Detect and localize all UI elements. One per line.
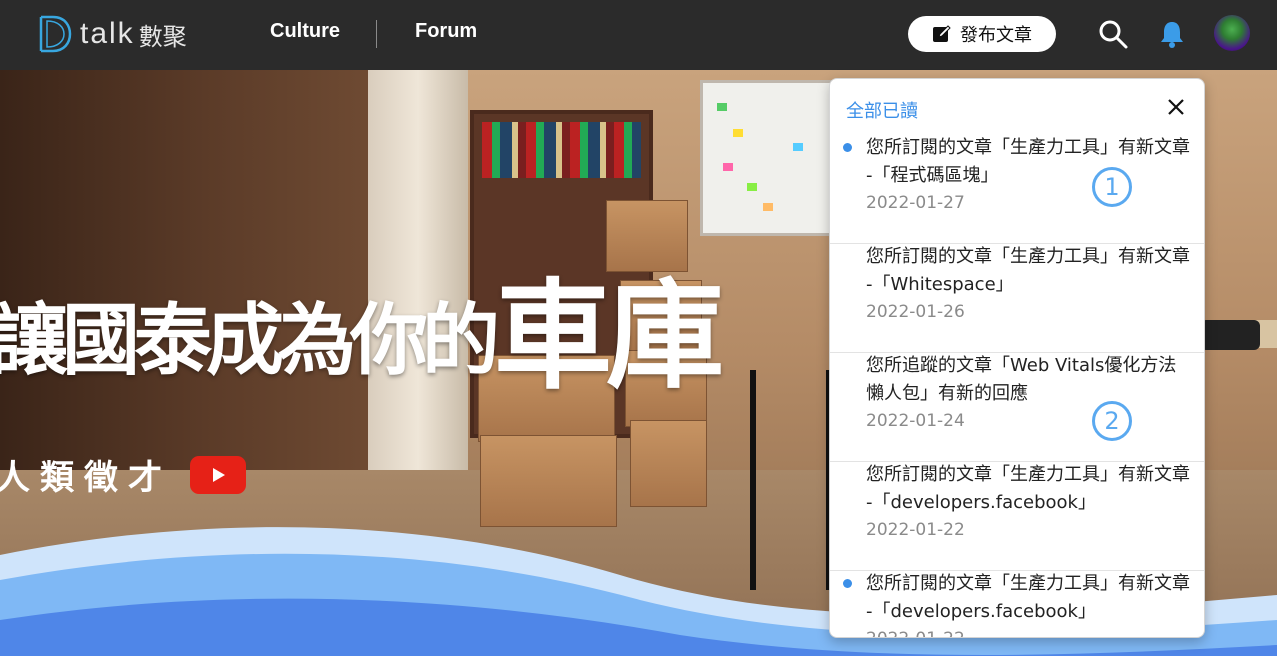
nav-culture[interactable]: Culture bbox=[270, 20, 340, 43]
unread-dot bbox=[843, 143, 852, 152]
notification-item[interactable]: 您所訂閱的文章「生產力工具」有新文章 -「程式碼區塊」 2022-01-27 1 bbox=[830, 135, 1204, 244]
notification-date: 2022-01-22 bbox=[866, 629, 965, 637]
youtube-play-icon[interactable] bbox=[190, 455, 246, 494]
notification-date: 2022-01-26 bbox=[866, 302, 965, 322]
hero-whiteboard bbox=[700, 80, 846, 236]
avatar[interactable] bbox=[1214, 15, 1250, 51]
search-icon[interactable] bbox=[1097, 18, 1129, 50]
notification-item[interactable]: 您所追蹤的文章「Web Vitals優化方法懶人包」有新的回應 2022-01-… bbox=[830, 353, 1204, 462]
logo-text: talk bbox=[80, 17, 135, 50]
notification-dropdown: 全部已讀 您所訂閱的文章「生產力工具」有新文章 -「程式碼區塊」 2022-01… bbox=[829, 78, 1205, 638]
hero-phone bbox=[1200, 320, 1260, 350]
hero-headline: 讓國泰成為你的車庫 bbox=[0, 266, 724, 405]
nav-forum[interactable]: Forum bbox=[415, 20, 477, 43]
annotation-marker: 1 bbox=[1092, 167, 1132, 207]
mark-all-read-button[interactable]: 全部已讀 bbox=[846, 97, 918, 123]
notification-date: 2022-01-24 bbox=[866, 411, 965, 431]
notification-item[interactable]: 您所訂閱的文章「生產力工具」有新文章 -「developers.facebook… bbox=[830, 571, 1204, 637]
site-logo[interactable]: talk 數聚 bbox=[38, 14, 187, 54]
notification-date: 2022-01-27 bbox=[866, 193, 965, 213]
notification-date: 2022-01-22 bbox=[866, 520, 965, 540]
hero-box bbox=[480, 435, 617, 527]
notification-message: 您所訂閱的文章「生產力工具」有新文章 -「Whitespace」 bbox=[866, 246, 1190, 295]
logo-cn-text: 數聚 bbox=[138, 22, 187, 51]
publish-article-button[interactable]: 發布文章 bbox=[908, 16, 1056, 52]
close-icon[interactable] bbox=[1166, 97, 1186, 117]
hero-subline-text: 人類徵才 bbox=[0, 458, 172, 498]
bell-icon[interactable] bbox=[1156, 18, 1188, 50]
publish-label: 發布文章 bbox=[960, 25, 1032, 46]
top-navbar: talk 數聚 Culture Forum 發布文章 bbox=[0, 0, 1277, 70]
hero-subline: 人類徵才 bbox=[0, 450, 246, 499]
notification-item[interactable]: 您所訂閱的文章「生產力工具」有新文章 -「Whitespace」 2022-01… bbox=[830, 244, 1204, 353]
nav-divider bbox=[376, 20, 377, 48]
notification-header: 全部已讀 bbox=[830, 79, 1204, 135]
unread-dot bbox=[843, 579, 852, 588]
annotation-marker: 2 bbox=[1092, 401, 1132, 441]
notification-item[interactable]: 您所訂閱的文章「生產力工具」有新文章 -「developers.facebook… bbox=[830, 462, 1204, 571]
notification-message: 您所訂閱的文章「生產力工具」有新文章 -「developers.facebook… bbox=[866, 573, 1190, 622]
hero-box bbox=[630, 420, 707, 507]
notification-message: 您所訂閱的文章「生產力工具」有新文章 -「程式碼區塊」 bbox=[866, 137, 1190, 186]
logo-d-icon bbox=[39, 15, 72, 53]
pen-square-icon bbox=[933, 25, 951, 42]
notification-message: 您所追蹤的文章「Web Vitals優化方法懶人包」有新的回應 bbox=[866, 355, 1177, 404]
notification-message: 您所訂閱的文章「生產力工具」有新文章 -「developers.facebook… bbox=[866, 464, 1190, 513]
